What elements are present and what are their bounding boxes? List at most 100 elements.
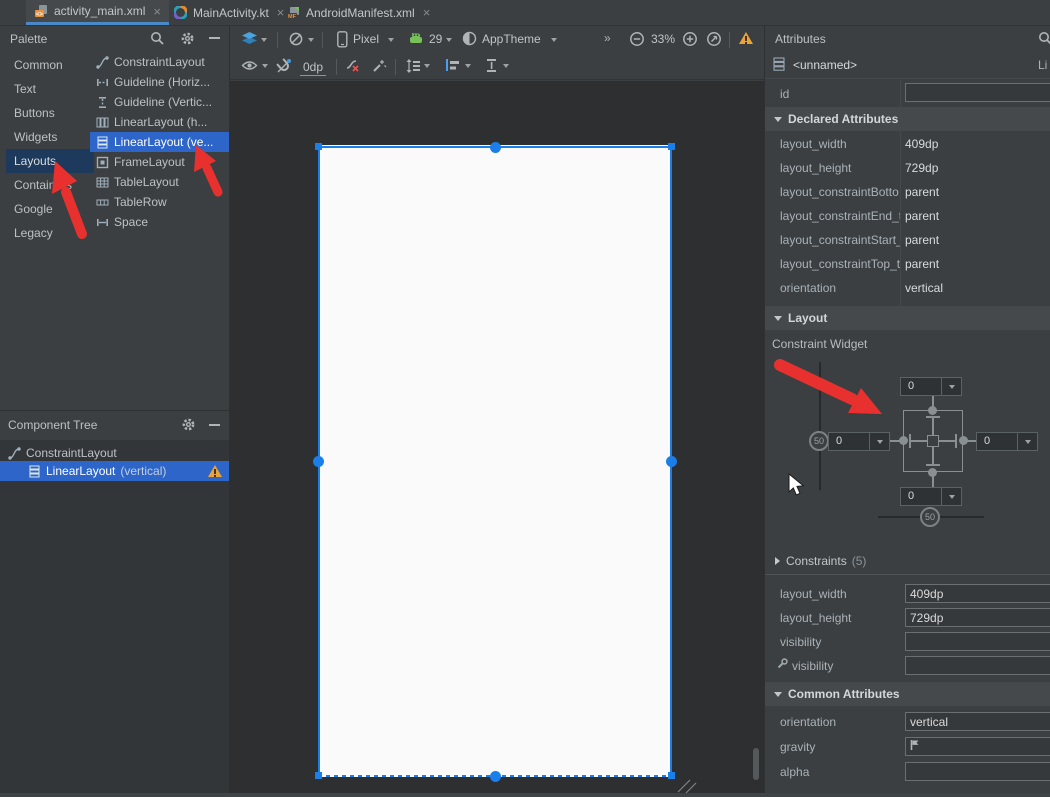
orientation-icon[interactable] (288, 31, 304, 47)
tab-mainactivity-kt[interactable]: MainActivity.kt × (166, 0, 292, 25)
zoom-out-icon[interactable] (629, 31, 645, 47)
margin-top-combo[interactable]: 0 (900, 377, 962, 396)
gear-icon[interactable] (180, 31, 195, 46)
device-canvas[interactable] (318, 145, 672, 777)
palette-category-legacy[interactable]: Legacy (0, 221, 88, 245)
vertical-bias-handle[interactable]: 50 (809, 431, 829, 451)
tools-visibility-field[interactable] (905, 656, 1050, 675)
infer-constraints-wand-icon[interactable] (371, 58, 387, 74)
margin-right-combo[interactable]: 0 (976, 432, 1038, 451)
view-options-eye-icon[interactable] (241, 60, 258, 71)
widget-anchor-top[interactable] (928, 406, 937, 415)
tab-activity-main-xml[interactable]: <> activity_main.xml × (26, 0, 169, 25)
android-api-icon[interactable] (408, 33, 424, 44)
chevron-down-icon[interactable] (1017, 433, 1037, 450)
chevron-down-icon[interactable] (941, 378, 961, 395)
attribute-row[interactable]: layout_constraintStart_tparent (765, 228, 1050, 252)
palette-item-guideline-vertical[interactable]: Guideline (Vertic... (90, 92, 229, 112)
device-selector[interactable]: Pixel (353, 32, 379, 46)
tab-androidmanifest-xml[interactable]: MF AndroidManifest.xml × (278, 0, 438, 25)
palette-category-containers[interactable]: Containers (0, 173, 88, 197)
palette-item-framelayout[interactable]: FrameLayout (90, 152, 229, 172)
selection-handle-bottom-right[interactable] (668, 772, 675, 779)
section-layout[interactable]: Layout (765, 306, 1050, 330)
chevron-down-icon[interactable] (446, 38, 452, 42)
widget-anchor-right[interactable] (959, 436, 968, 445)
chevron-down-icon[interactable] (261, 38, 267, 42)
orientation-field[interactable]: vertical (905, 712, 1050, 731)
tree-item-constraintlayout[interactable]: ConstraintLayout (8, 444, 117, 462)
vertical-scrollbar-thumb[interactable] (753, 748, 759, 780)
palette-item-tablelayout[interactable]: TableLayout (90, 172, 229, 192)
id-input[interactable] (905, 83, 1050, 102)
palette-category-buttons[interactable]: Buttons (0, 101, 88, 125)
palette-category-google[interactable]: Google (0, 197, 88, 221)
search-icon[interactable] (1038, 31, 1050, 46)
zoom-to-fit-icon[interactable] (706, 31, 722, 47)
close-icon[interactable]: × (423, 5, 431, 20)
attribute-row[interactable]: layout_constraintBottoparent (765, 180, 1050, 204)
constraint-anchor-bottom[interactable] (490, 771, 501, 782)
gear-icon[interactable] (181, 417, 196, 432)
attribute-row[interactable]: layout_width409dp (765, 132, 1050, 156)
chevron-down-icon[interactable] (308, 38, 314, 42)
hide-icon[interactable] (209, 424, 220, 426)
api-level-selector[interactable]: 29 (429, 32, 442, 46)
chevron-down-icon[interactable] (869, 433, 889, 450)
palette-category-layouts[interactable]: Layouts (6, 149, 94, 173)
palette-item-guideline-horizontal[interactable]: Guideline (Horiz... (90, 72, 229, 92)
clear-constraints-icon[interactable] (345, 58, 361, 74)
default-margins-control[interactable]: 0dp (300, 60, 326, 76)
toolbar-overflow-icon[interactable]: » (604, 31, 611, 45)
chevron-down-icon[interactable] (262, 64, 268, 68)
selection-handle-top-left[interactable] (315, 143, 322, 150)
flag-icon[interactable] (910, 739, 920, 751)
vertical-bias-track[interactable] (819, 362, 821, 490)
pack-icon[interactable] (405, 58, 421, 74)
horizontal-bias-handle[interactable]: 50 (920, 507, 940, 527)
chevron-down-icon[interactable] (503, 64, 509, 68)
attribute-row[interactable]: layout_constraintTop_tparent (765, 252, 1050, 276)
autoconnect-off-magnet-icon[interactable] (276, 58, 292, 74)
chevron-down-icon[interactable] (465, 64, 471, 68)
palette-item-linearlayout-horizontal[interactable]: LinearLayout (h... (90, 112, 229, 132)
selection-handle-bottom-left[interactable] (315, 772, 322, 779)
theme-selector[interactable]: AppTheme (482, 32, 541, 46)
palette-item-tablerow[interactable]: TableRow (90, 192, 229, 212)
chevron-down-icon[interactable] (941, 488, 961, 505)
chevron-down-icon[interactable] (424, 64, 430, 68)
distribute-icon[interactable] (485, 58, 499, 73)
palette-category-text[interactable]: Text (0, 77, 88, 101)
margin-bottom-combo[interactable]: 0 (900, 487, 962, 506)
close-icon[interactable]: × (153, 4, 161, 19)
attribute-row[interactable]: layout_constraintEnd_tparent (765, 204, 1050, 228)
palette-category-widgets[interactable]: Widgets (0, 125, 88, 149)
theme-icon[interactable] (462, 31, 477, 46)
alpha-field[interactable] (905, 762, 1050, 781)
section-common-attributes[interactable]: Common Attributes (765, 682, 1050, 706)
constraint-anchor-top[interactable] (490, 142, 501, 153)
warning-icon[interactable] (208, 465, 222, 477)
widget-anchor-left[interactable] (899, 436, 908, 445)
section-declared-attributes[interactable]: Declared Attributes (765, 107, 1050, 131)
search-icon[interactable] (150, 31, 165, 46)
layers-view-mode-icon[interactable] (241, 31, 258, 47)
palette-item-linearlayout-vertical[interactable]: LinearLayout (ve... (90, 132, 229, 152)
tree-item-linearlayout-vertical[interactable]: LinearLayout (vertical) (0, 461, 229, 481)
hide-icon[interactable] (209, 37, 220, 39)
constraint-anchor-left[interactable] (313, 456, 324, 467)
zoom-in-icon[interactable] (682, 31, 698, 47)
palette-category-common[interactable]: Common (0, 53, 88, 77)
widget-anchor-bottom[interactable] (928, 468, 937, 477)
layout-width-field[interactable]: 409dp (905, 584, 1050, 603)
margin-left-combo[interactable]: 0 (828, 432, 890, 451)
align-icon[interactable] (445, 58, 461, 72)
chevron-down-icon[interactable] (551, 38, 557, 42)
selection-handle-top-right[interactable] (668, 143, 675, 150)
constraint-anchor-right[interactable] (666, 456, 677, 467)
attribute-row[interactable]: layout_height729dp (765, 156, 1050, 180)
section-constraints[interactable]: Constraints (5) (775, 554, 866, 568)
attribute-row[interactable]: orientationvertical (765, 276, 1050, 300)
visibility-field[interactable] (905, 632, 1050, 651)
gravity-field[interactable] (905, 737, 1050, 756)
